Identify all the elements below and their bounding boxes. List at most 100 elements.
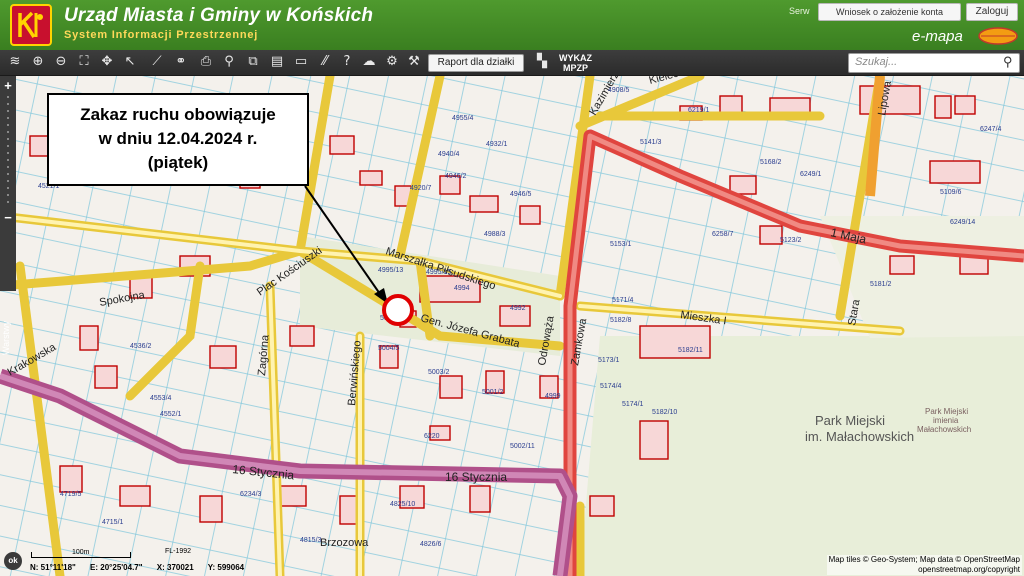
serv-text: Serw [789,6,810,16]
park-label-main-1: Park Miejski [815,413,885,428]
parcel-number: 6234/3 [240,491,262,498]
zoom-out-icon[interactable]: ⊖ [52,53,70,71]
export-icon[interactable]: ⧉ [244,53,262,71]
parcel-number: 4999 [545,393,561,400]
mpzp-icon[interactable]: ▚ [533,53,551,71]
parcel-number: 6249/14 [950,219,975,226]
zoom-slider-track[interactable] [7,96,9,208]
parcel-number: 4988/3 [484,231,506,238]
coordinates-readout: N: 51°11'18" E: 20°25'04.7" X: 370021 Y:… [30,563,256,572]
zoom-out-button[interactable]: − [1,211,15,225]
info-pin-icon[interactable]: ⚲ [220,53,238,71]
layers-icon[interactable]: ≋ [6,53,24,71]
help-icon[interactable]: ? [338,53,356,71]
parcel-number: 4932/1 [486,141,508,148]
settings-icon[interactable]: ⚙ [383,53,401,71]
layers-tab[interactable]: Warstwy [1,310,15,366]
search-icon[interactable]: ⚲ [1003,55,1017,69]
callout-line3: (piątek) [147,153,209,172]
measure-line-icon[interactable]: ⟋ [148,53,166,71]
callout-line2: w dniu 12.04.2024 r. [98,129,258,148]
parcel-number: 4920/7 [410,185,432,192]
coord-x: X: 370021 [156,563,194,572]
parcel-number: 4719/5 [60,491,82,498]
parcel-number: 6220 [424,433,440,440]
parcel-number: 5174/1 [622,401,644,408]
street-label-16-stycznia-2: 16 Stycznia [445,470,507,484]
street-label-brzozowa: Brzozowa [320,537,369,549]
park-label-main-2: im. Małachowskich [805,429,914,444]
parcel-number: 5153/1 [610,241,632,248]
parcel-number: 4994 [454,285,470,292]
parcel-number: 4825/10 [390,501,415,508]
cloud-icon[interactable]: ☁ [360,53,378,71]
mpzp-label-line2: MPZP [562,63,588,73]
app-header: Urząd Miasta i Gminy w Końskich System I… [0,0,1024,50]
zoom-extent-icon[interactable]: ⛶ [75,53,93,71]
parcel-number: 5004/5 [378,345,400,352]
request-account-button[interactable]: Wniosek o założenie konta [818,3,961,21]
parcel-number: 4815/3 [300,537,322,544]
coord-e: E: 20°25'04.7" [90,563,143,572]
traffic-ban-callout: Zakaz ruchu obowiązuje w dniu 12.04.2024… [47,93,309,186]
credits-line1: Map tiles © Geo-System; Map data © OpenS… [828,555,1020,564]
draw-line-icon[interactable]: ⁄⁄ [316,53,334,71]
parcel-number: 4992 [510,305,526,312]
table-icon[interactable]: ▤ [268,53,286,71]
map-credits: Map tiles © Geo-System; Map data © OpenS… [826,555,1022,575]
parcel-number: 5002/11 [510,443,535,450]
pan-icon[interactable]: ✥ [98,53,116,71]
scale-label: 100m [72,549,90,556]
parcel-number: 4553/4 [150,395,172,402]
parcel-number: 5168/2 [760,159,782,166]
parcel-number: 5001/2 [482,389,504,396]
tools-icon[interactable]: ⚒ [405,53,423,71]
mpzp-label-line1: WYKAZ [559,53,592,63]
parcel-number: 4715/1 [102,519,124,526]
no-traffic-sign-icon[interactable] [382,294,414,326]
zoom-in-button[interactable]: + [1,79,15,93]
park-label-small-1: Park Miejski [925,407,968,416]
parcel-number: 5181/2 [870,281,892,288]
ok-button[interactable]: ok [4,552,22,570]
measure-link-icon[interactable]: ⚭ [172,53,190,71]
app-subtitle: System Informacji Przestrzennej [64,29,259,41]
projection-label: FL-1992 [165,548,192,555]
print-icon[interactable]: ⎙ [197,53,215,71]
parcel-report-button[interactable]: Raport dla działki [428,54,524,72]
login-button[interactable]: Zaloguj [966,3,1018,21]
parcel-number: 4908/5 [608,87,630,94]
parcel-number: 6247/4 [980,126,1002,133]
parcel-number: 4955/4 [452,115,474,122]
parcel-number: 5003/2 [428,369,450,376]
select-icon[interactable]: ↖ [121,53,139,71]
emapa-brand: e-mapa [912,28,963,45]
search-input[interactable]: Szukaj... [848,53,1020,73]
callout-line1: Zakaz ruchu obowiązuje [80,105,276,124]
parcel-number: 5109/6 [940,189,962,196]
emapa-globe-icon [978,27,1018,45]
park-label-small-3: Małachowskich [917,425,971,434]
parcel-number: 6249/1 [800,171,822,178]
parcel-number: 6258/7 [712,231,734,238]
parcel-number: 5141/3 [640,139,662,146]
parcel-number: 5123/2 [780,237,802,244]
credits-line2[interactable]: openstreetmap.org/copyright [829,565,1020,575]
parcel-number: 4995/13 [378,267,403,274]
coord-y: Y: 599064 [207,563,245,572]
side-panel: + − Warstwy [0,76,16,355]
measure-area-icon[interactable]: ▭ [292,53,310,71]
zoom-in-icon[interactable]: ⊕ [29,53,47,71]
coord-n: N: 51°11'18" [30,563,76,572]
app-title: Urząd Miasta i Gminy w Końskich [64,5,374,26]
parcel-number: 4946/2 [445,173,467,180]
parcel-number: 5182/8 [610,317,632,324]
parcel-number: 5171/4 [612,297,634,304]
parcel-number: 5174/4 [600,383,622,390]
parcel-number: 4946/5 [510,191,532,198]
parcel-number: 4552/1 [160,411,182,418]
parcel-number: 4826/6 [420,541,442,548]
parcel-number: 5182/11 [678,347,703,354]
parcel-number: 5182/10 [652,409,677,416]
mpzp-list-button[interactable]: WYKAZ MPZP [559,53,592,73]
